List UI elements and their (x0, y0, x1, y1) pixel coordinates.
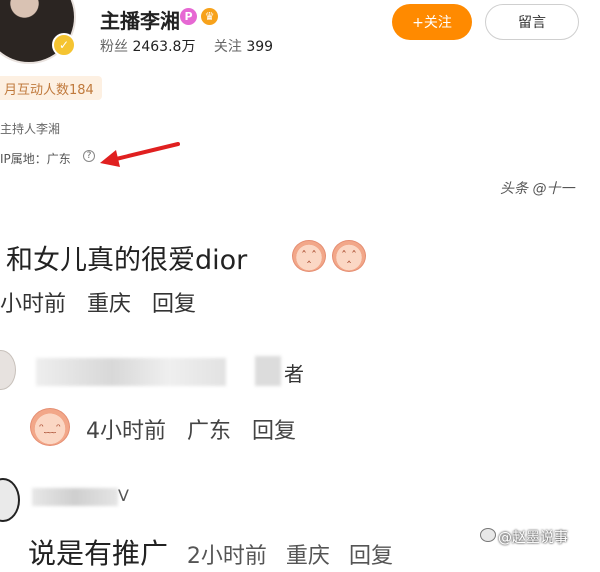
fans-label: 粉丝 (100, 39, 128, 55)
p-badge-icon: P (180, 8, 197, 25)
crying-emoji-icon: ˆ‸ˆ (292, 240, 326, 272)
following-count[interactable]: 399 (246, 39, 273, 55)
help-icon[interactable]: ? (83, 150, 95, 162)
fans-count[interactable]: 2463.8万 (132, 39, 195, 55)
blurred-username (255, 356, 281, 386)
comment-meta: 小时前 重庆 回复 (0, 286, 210, 318)
crown-badge-icon: ♛ (201, 8, 218, 25)
avatar[interactable] (0, 350, 16, 390)
comment-meta: 4小时前 广东 回复 (86, 413, 310, 445)
watermark-bottom: @赵墨说事 (498, 530, 568, 546)
profile-stats: 粉丝 2463.8万 关注 399 (100, 36, 287, 56)
crying-emoji-icon: ᵔ﹏ᵔ (30, 408, 70, 446)
profile-name: 主播李湘 (100, 9, 180, 33)
message-button[interactable]: 留言 (485, 4, 579, 40)
comment-text: 和女儿真的很爱dior (6, 245, 248, 276)
comment-meta: 2小时前 重庆 回复 (187, 544, 405, 569)
comment-time: 2小时前 (186, 544, 267, 569)
following-label: 关注 (213, 39, 242, 55)
comment-location: 广东 (187, 419, 232, 444)
follow-button[interactable]: +关注 (392, 4, 472, 40)
comment-location: 重庆 (285, 544, 330, 569)
comment-author[interactable]: 者 (284, 358, 304, 387)
reply-button[interactable]: 回复 (252, 419, 296, 444)
avatar[interactable] (0, 478, 20, 522)
blurred-username (32, 488, 118, 506)
monthly-interactions-badge: 月互动人数184 (0, 76, 102, 100)
comment-location: 重庆 (87, 292, 132, 317)
watermark-top: 头条 @十一 (500, 181, 575, 197)
comment-text: 说是有推广 (28, 537, 169, 570)
comment-time: 4小时前 (86, 419, 166, 444)
reply-button[interactable]: 回复 (152, 292, 196, 317)
comment-author[interactable]: V (118, 486, 129, 505)
verified-icon: ✓ (52, 33, 76, 57)
crying-emoji-icon: ˆ‸ˆ (332, 240, 366, 272)
comment-row: 说是有推广 2小时前 重庆 回复 (28, 532, 405, 572)
ip-location: IP属地：广东 (0, 152, 71, 166)
host-description: 主持人李湘 (0, 122, 61, 136)
weibo-logo-icon (480, 528, 496, 542)
red-arrow-icon (100, 142, 180, 167)
reply-button[interactable]: 回复 (349, 544, 393, 569)
comment-time: 小时前 (0, 292, 67, 317)
blurred-username (36, 358, 226, 386)
